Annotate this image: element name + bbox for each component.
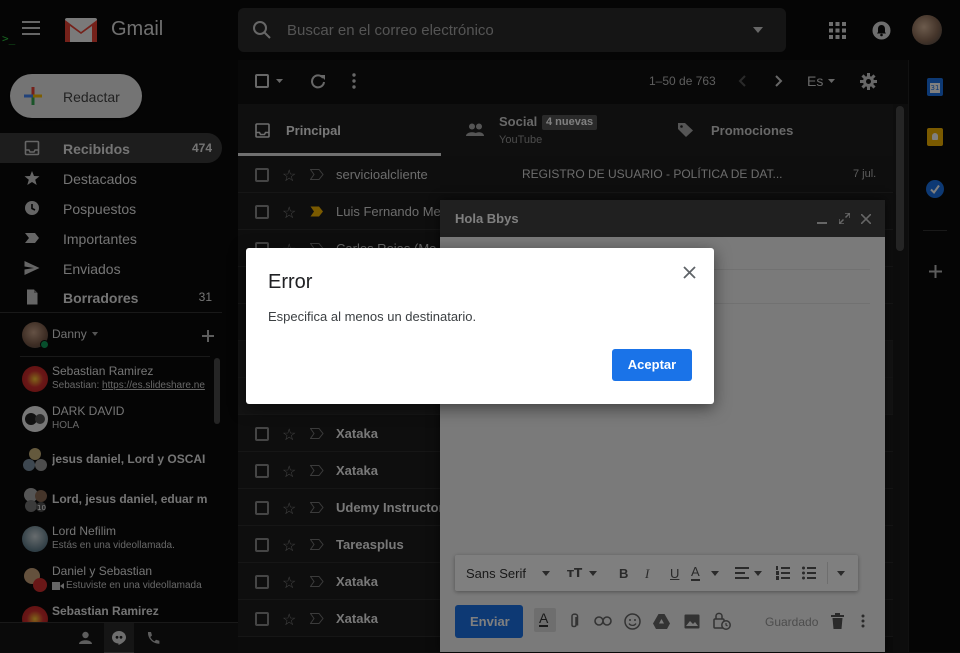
accept-button[interactable]: Aceptar xyxy=(612,349,692,381)
error-dialog: Error Especifica al menos un destinatari… xyxy=(246,248,714,404)
dialog-message: Especifica al menos un destinatario. xyxy=(268,309,477,324)
close-dialog-icon[interactable] xyxy=(683,266,696,279)
dialog-title: Error xyxy=(268,271,313,293)
